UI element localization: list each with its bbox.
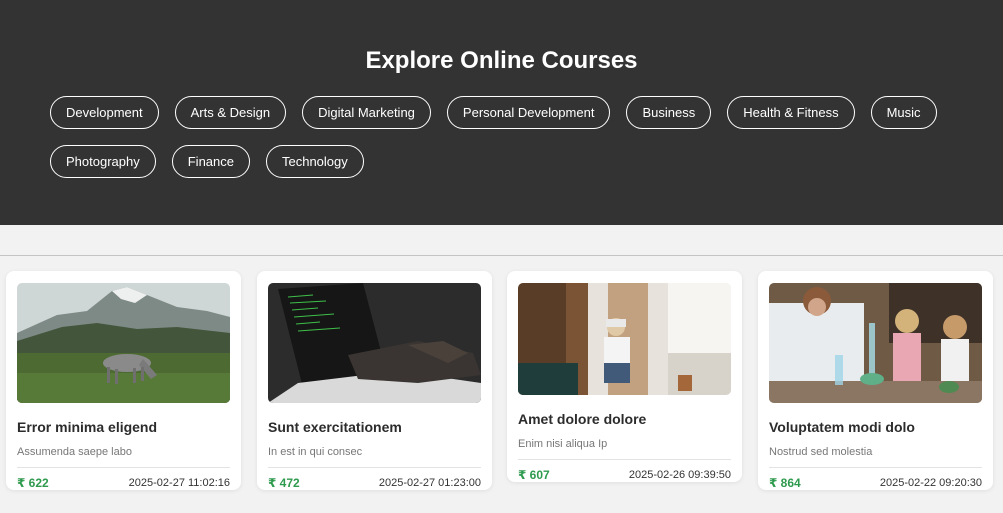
vr-headset-room-image — [518, 283, 731, 395]
course-card[interactable]: Amet dolore dolore Enim nisi aliqua Ip ₹… — [507, 271, 742, 482]
course-subtitle: Assumenda saepe labo — [17, 446, 132, 458]
course-price: ₹ 622 — [17, 476, 49, 490]
course-date: 2025-02-22 09:20:30 — [879, 477, 982, 489]
category-chips: Development Arts & Design Digital Market… — [50, 96, 950, 178]
page-title: Explore Online Courses — [365, 47, 638, 74]
section-divider — [0, 255, 1003, 256]
course-footer: ₹ 472 2025-02-27 01:23:00 — [268, 467, 481, 490]
category-chip-photography[interactable]: Photography — [50, 145, 156, 178]
category-chip-technology[interactable]: Technology — [265, 145, 364, 178]
course-footer: ₹ 864 2025-02-22 09:20:30 — [769, 467, 982, 490]
course-card[interactable]: Sunt exercitationem In est in qui consec… — [257, 271, 492, 490]
course-footer: ₹ 622 2025-02-27 11:02:16 — [17, 467, 230, 490]
category-chip-development[interactable]: Development — [50, 96, 159, 129]
course-price: ₹ 472 — [268, 476, 300, 490]
category-chip-arts-design[interactable]: Arts & Design — [174, 96, 287, 129]
category-chip-personal-development[interactable]: Personal Development — [446, 96, 611, 129]
course-date: 2025-02-27 01:23:00 — [378, 477, 481, 489]
course-title[interactable]: Amet dolore dolore — [518, 411, 731, 427]
course-title[interactable]: Sunt exercitationem — [268, 419, 481, 435]
hero-banner: Explore Online Courses Development Arts … — [0, 0, 1003, 225]
laptop-coding-image — [268, 283, 481, 403]
course-title[interactable]: Error minima eligend — [17, 419, 230, 435]
course-date: 2025-02-26 09:39:50 — [628, 469, 731, 481]
course-title[interactable]: Voluptatem modi dolo — [769, 419, 982, 435]
course-card[interactable]: Error minima eligend Assumenda saepe lab… — [6, 271, 241, 490]
course-subtitle: In est in qui consec — [268, 446, 363, 458]
category-chip-business[interactable]: Business — [626, 96, 712, 129]
category-chip-health-fitness[interactable]: Health & Fitness — [727, 96, 855, 129]
category-chip-music[interactable]: Music — [870, 96, 937, 129]
course-subtitle: Enim nisi aliqua Ip — [518, 438, 608, 450]
course-price: ₹ 607 — [518, 468, 550, 482]
category-chip-finance[interactable]: Finance — [171, 145, 250, 178]
science-lab-image — [769, 283, 982, 403]
course-footer: ₹ 607 2025-02-26 09:39:50 — [518, 459, 731, 482]
course-card-list: Error minima eligend Assumenda saepe lab… — [6, 271, 1003, 513]
course-price: ₹ 864 — [769, 476, 801, 490]
course-card[interactable]: Voluptatem modi dolo Nostrud sed molesti… — [758, 271, 993, 490]
category-chip-digital-marketing[interactable]: Digital Marketing — [302, 96, 431, 129]
course-date: 2025-02-27 11:02:16 — [128, 477, 230, 489]
course-subtitle: Nostrud sed molestia — [769, 446, 873, 458]
mountain-horse-image — [17, 283, 230, 403]
